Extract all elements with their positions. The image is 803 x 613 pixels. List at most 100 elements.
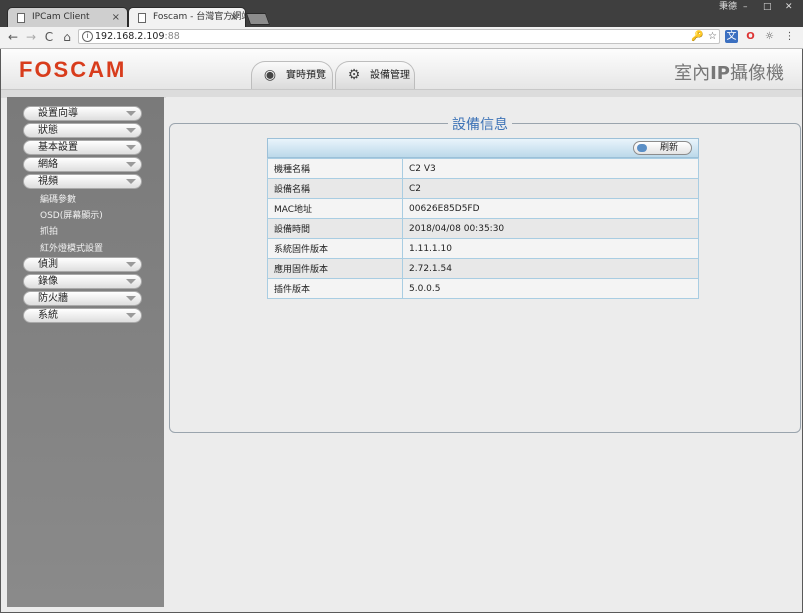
address-url: 192.168.2.109:88 [95,30,180,43]
chevron-down-icon [126,262,136,267]
sidebar-item-video[interactable]: 視頻 [23,174,142,189]
info-icon[interactable]: i [82,31,93,42]
sidebar-item-label: 系統 [38,310,58,321]
table-row: MAC地址 00626E85D5FD [267,198,699,219]
url-port: :88 [164,31,180,42]
close-tab-icon[interactable]: × [230,8,238,27]
chevron-down-icon [126,111,136,116]
sidebar-item-firewall[interactable]: 防火牆 [23,291,142,306]
row-key: 系統固件版本 [267,238,403,259]
row-key: 設備名稱 [267,178,403,199]
sidebar-item-label: 網絡 [38,159,58,170]
sidebar-item-label: 錄像 [38,276,58,287]
browser-toolbar: ← → C ⌂ i 192.168.2.109:88 🔑 ☆ 文 O ☼ ⋮ [0,27,803,49]
refresh-button[interactable]: 刷新 [633,141,692,155]
device-info-panel: 設備信息 刷新 機種名稱 C2 V3 設備名稱 C2 MAC地址 00626E85D5… [169,114,801,433]
chevron-down-icon [126,296,136,301]
sidebar-item-recording[interactable]: 錄像 [23,274,142,289]
panel-title: 設備信息 [448,114,512,134]
new-tab-button[interactable] [245,13,271,25]
translate-extension-icon[interactable]: 文 [725,30,738,43]
table-row: 設備時間 2018/04/08 00:35:30 [267,218,699,239]
opera-extension-icon[interactable]: O [744,30,757,43]
table-row: 系統固件版本 1.11.1.10 [267,238,699,259]
gears-icon: ⚙ [347,67,361,83]
tab-device-management[interactable]: ⚙ 設備管理 [335,61,415,89]
sidebar-item-setup-wizard[interactable]: 設置向導 [23,106,142,121]
foscam-logo: FOSCAM [19,57,127,82]
chevron-down-icon [126,313,136,318]
tab-live-view[interactable]: ◉ 實時預覽 [251,61,333,89]
table-row: 應用固件版本 2.72.1.54 [267,258,699,279]
sidebar-item-label: 偵測 [38,259,58,270]
sidebar-item-system[interactable]: 系統 [23,308,142,323]
sidebar-subitem-encoding[interactable]: 編碼參數 [40,192,76,205]
row-key: MAC地址 [267,198,403,219]
address-bar[interactable]: i 192.168.2.109:88 🔑 ☆ [78,29,720,44]
table-row: 插件版本 5.0.0.5 [267,278,699,299]
sidebar-subitem-osd[interactable]: OSD(屏幕顯示) [40,208,103,221]
extension-icon[interactable]: ☼ [763,30,776,43]
reload-icon[interactable]: C [42,29,56,45]
chevron-down-icon [126,145,136,150]
product-bold: IP [710,63,730,84]
refresh-icon [637,144,647,152]
table-toolbar: 刷新 [267,138,699,158]
device-info-table: 機種名稱 C2 V3 設備名稱 C2 MAC地址 00626E85D5FD 設備時間 2… [267,158,699,299]
chevron-down-icon [126,162,136,167]
product-suffix: 攝像機 [730,63,784,84]
sidebar-item-label: 防火牆 [38,293,68,304]
sidebar-item-label: 視頻 [38,176,58,187]
browser-tab-ipcam-client[interactable]: IPCam Client × [7,7,128,27]
url-host: 192.168.2.109 [95,31,165,42]
back-icon[interactable]: ← [6,29,20,45]
forward-icon[interactable]: → [24,29,38,45]
row-value: 00626E85D5FD [402,198,699,219]
row-value: 1.11.1.10 [402,238,699,259]
row-value: 5.0.0.5 [402,278,699,299]
refresh-label: 刷新 [659,143,678,153]
main-content: 設備信息 刷新 機種名稱 C2 V3 設備名稱 C2 MAC地址 00626E85D5… [166,97,802,587]
sidebar: 設置向導 狀態 基本設置 網絡 視頻 編碼參數 OSD(屏幕顯示) 抓拍 紅外燈… [7,97,164,607]
chevron-down-icon [126,179,136,184]
table-row: 機種名稱 C2 V3 [267,158,699,179]
sidebar-item-label: 基本設置 [38,142,78,153]
sidebar-subitem-ir-mode[interactable]: 紅外燈模式設置 [40,241,103,254]
row-key: 應用固件版本 [267,258,403,279]
minimize-icon[interactable]: – [743,0,748,14]
profile-name[interactable]: 秉德 [719,0,737,14]
page-header: FOSCAM ◉ 實時預覽 ⚙ 設備管理 室內IP攝像機 [1,49,802,89]
close-window-icon[interactable]: ✕ [785,0,793,14]
table-row: 設備名稱 C2 [267,178,699,199]
row-key: 插件版本 [267,278,403,299]
tab-live-view-label: 實時預覽 [286,70,326,81]
maximize-icon[interactable]: □ [763,0,772,14]
sidebar-item-status[interactable]: 狀態 [23,123,142,138]
home-icon[interactable]: ⌂ [60,29,74,45]
product-prefix: 室內 [674,63,711,84]
camera-web-page: FOSCAM ◉ 實時預覽 ⚙ 設備管理 室內IP攝像機 設置向導 狀態 基本設… [1,49,802,612]
tab-device-management-label: 設備管理 [370,70,410,81]
close-tab-icon[interactable]: × [112,8,120,27]
star-icon[interactable]: ☆ [706,30,719,43]
sidebar-subitem-snapshot[interactable]: 抓拍 [40,224,58,237]
tab-title: IPCam Client [32,12,90,22]
browser-tabstrip: IPCam Client × Foscam - 台灣官方網站 × 秉德 – □ … [0,0,803,27]
sidebar-item-label: 狀態 [38,125,58,136]
row-value: 2.72.1.54 [402,258,699,279]
row-value: 2018/04/08 00:35:30 [402,218,699,239]
camera-icon: ◉ [263,67,277,83]
page-icon [17,13,25,23]
sidebar-item-label: 設置向導 [38,108,78,119]
row-value: C2 V3 [402,158,699,179]
browser-menu-icon[interactable]: ⋮ [783,30,796,43]
key-icon[interactable]: 🔑 [691,30,704,43]
chevron-down-icon [126,279,136,284]
browser-tab-foscam[interactable]: Foscam - 台灣官方網站 × [128,7,246,27]
sidebar-item-network[interactable]: 網絡 [23,157,142,172]
page-icon [138,13,146,23]
sidebar-item-basic-settings[interactable]: 基本設置 [23,140,142,155]
row-value: C2 [402,178,699,199]
sidebar-item-detection[interactable]: 偵測 [23,257,142,272]
row-key: 設備時間 [267,218,403,239]
